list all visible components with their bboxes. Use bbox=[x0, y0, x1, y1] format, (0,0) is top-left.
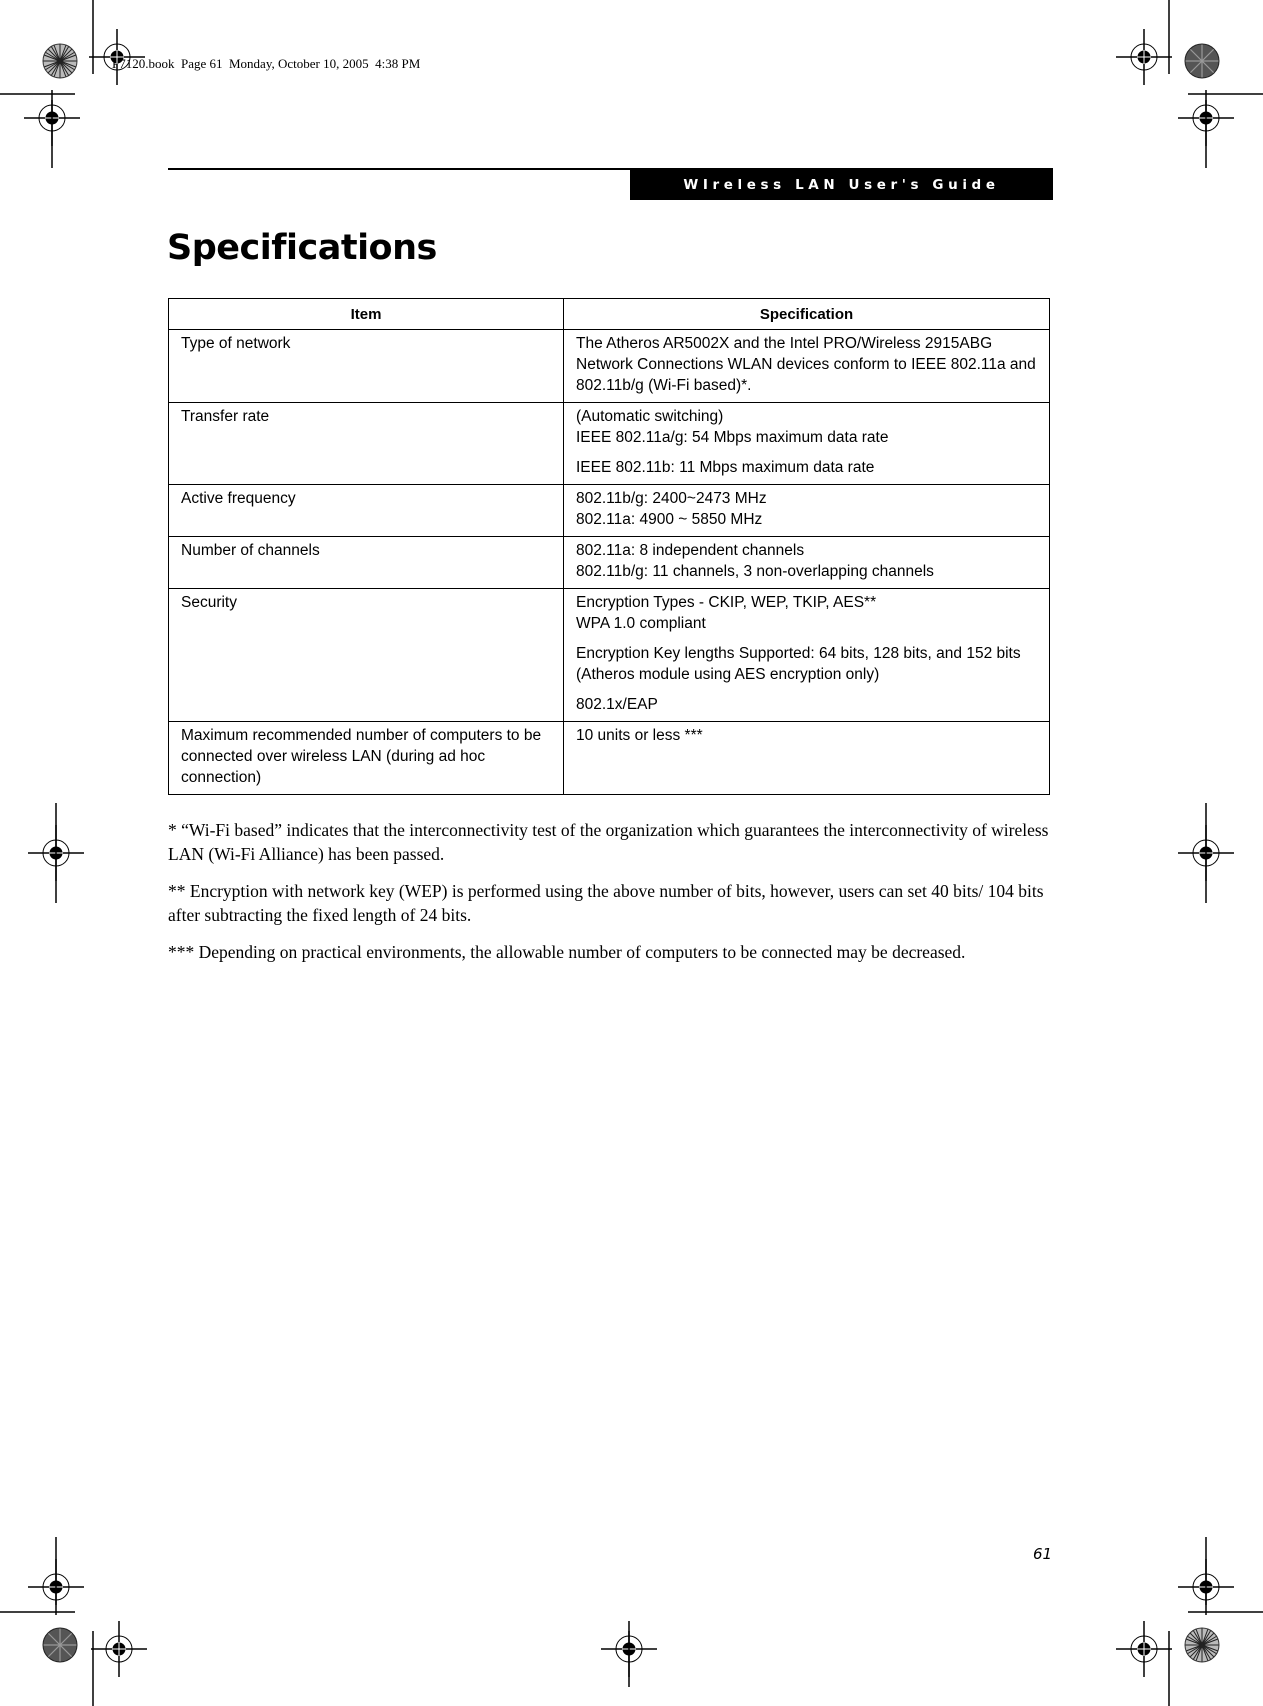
table-row: Transfer rate (Automatic switching) IEEE … bbox=[168, 402, 1050, 485]
specification-paragraph: The Atheros AR5002X and the Intel PRO/Wi… bbox=[576, 335, 1036, 394]
cell-specification: The Atheros AR5002X and the Intel PRO/Wi… bbox=[563, 329, 1050, 403]
running-header: WIreless LAN User's Guide bbox=[630, 169, 1053, 200]
running-header-title: WIreless LAN User's Guide bbox=[683, 176, 1000, 193]
footnote-1: * “Wi-Fi based” indicates that the inter… bbox=[168, 820, 1049, 864]
specification-paragraph: Encryption Types - CKIP, WEP, TKIP, AES*… bbox=[576, 594, 877, 632]
table-row: Type of network The Atheros AR5002X and t… bbox=[168, 329, 1050, 403]
cell-item: Maximum recommended number of computers … bbox=[168, 721, 564, 795]
footnote-3: *** Depending on practical environments,… bbox=[168, 942, 966, 962]
table-header-row: Item Specification bbox=[168, 298, 1050, 330]
page-number: 61 bbox=[1033, 1545, 1053, 1563]
footnotes: * “Wi-Fi based” indicates that the inter… bbox=[168, 818, 1058, 977]
footnote-2: ** Encryption with network key (WEP) is … bbox=[168, 881, 1044, 925]
cell-specification: 10 units or less *** bbox=[563, 721, 1050, 795]
cell-item: Security bbox=[168, 588, 564, 722]
specification-paragraph: (Automatic switching) IEEE 802.11a/g: 54… bbox=[576, 408, 889, 446]
cell-item: Type of network bbox=[168, 329, 564, 403]
cell-item: Number of channels bbox=[168, 536, 564, 589]
specifications-table: Item Specification Type of network The At… bbox=[168, 298, 1050, 795]
table-body: Type of network The Atheros AR5002X and t… bbox=[168, 329, 1050, 795]
column-header-specification: Specification bbox=[563, 298, 1050, 330]
specification-paragraph: 802.11b/g: 2400~2473 MHz 802.11a: 4900 ~… bbox=[576, 490, 767, 528]
table-row: Security Encryption Types - CKIP, WEP, TK… bbox=[168, 588, 1050, 722]
table-row: Active frequency 802.11b/g: 2400~2473 MHz… bbox=[168, 484, 1050, 537]
table-row: Number of channels 802.11a: 8 independent… bbox=[168, 536, 1050, 589]
specification-paragraph: 802.11a: 8 independent channels 802.11b/… bbox=[576, 542, 934, 580]
table-row: Maximum recommended number of computers … bbox=[168, 721, 1050, 795]
cell-specification: 802.11a: 8 independent channels 802.11b/… bbox=[563, 536, 1050, 589]
cell-specification: 802.11b/g: 2400~2473 MHz 802.11a: 4900 ~… bbox=[563, 484, 1050, 537]
cell-item: Active frequency bbox=[168, 484, 564, 537]
page-title: Specifications bbox=[167, 228, 437, 268]
specification-paragraph: 802.1x/EAP bbox=[576, 696, 658, 713]
cell-item: Transfer rate bbox=[168, 402, 564, 485]
specification-paragraph: 10 units or less *** bbox=[576, 727, 703, 744]
specification-paragraph: IEEE 802.11b: 11 Mbps maximum data rate bbox=[576, 459, 875, 476]
specification-paragraph: Encryption Key lengths Supported: 64 bit… bbox=[576, 645, 1021, 683]
cell-specification: (Automatic switching) IEEE 802.11a/g: 54… bbox=[563, 402, 1050, 485]
cell-specification: Encryption Types - CKIP, WEP, TKIP, AES*… bbox=[563, 588, 1050, 722]
column-header-item: Item bbox=[168, 298, 564, 330]
